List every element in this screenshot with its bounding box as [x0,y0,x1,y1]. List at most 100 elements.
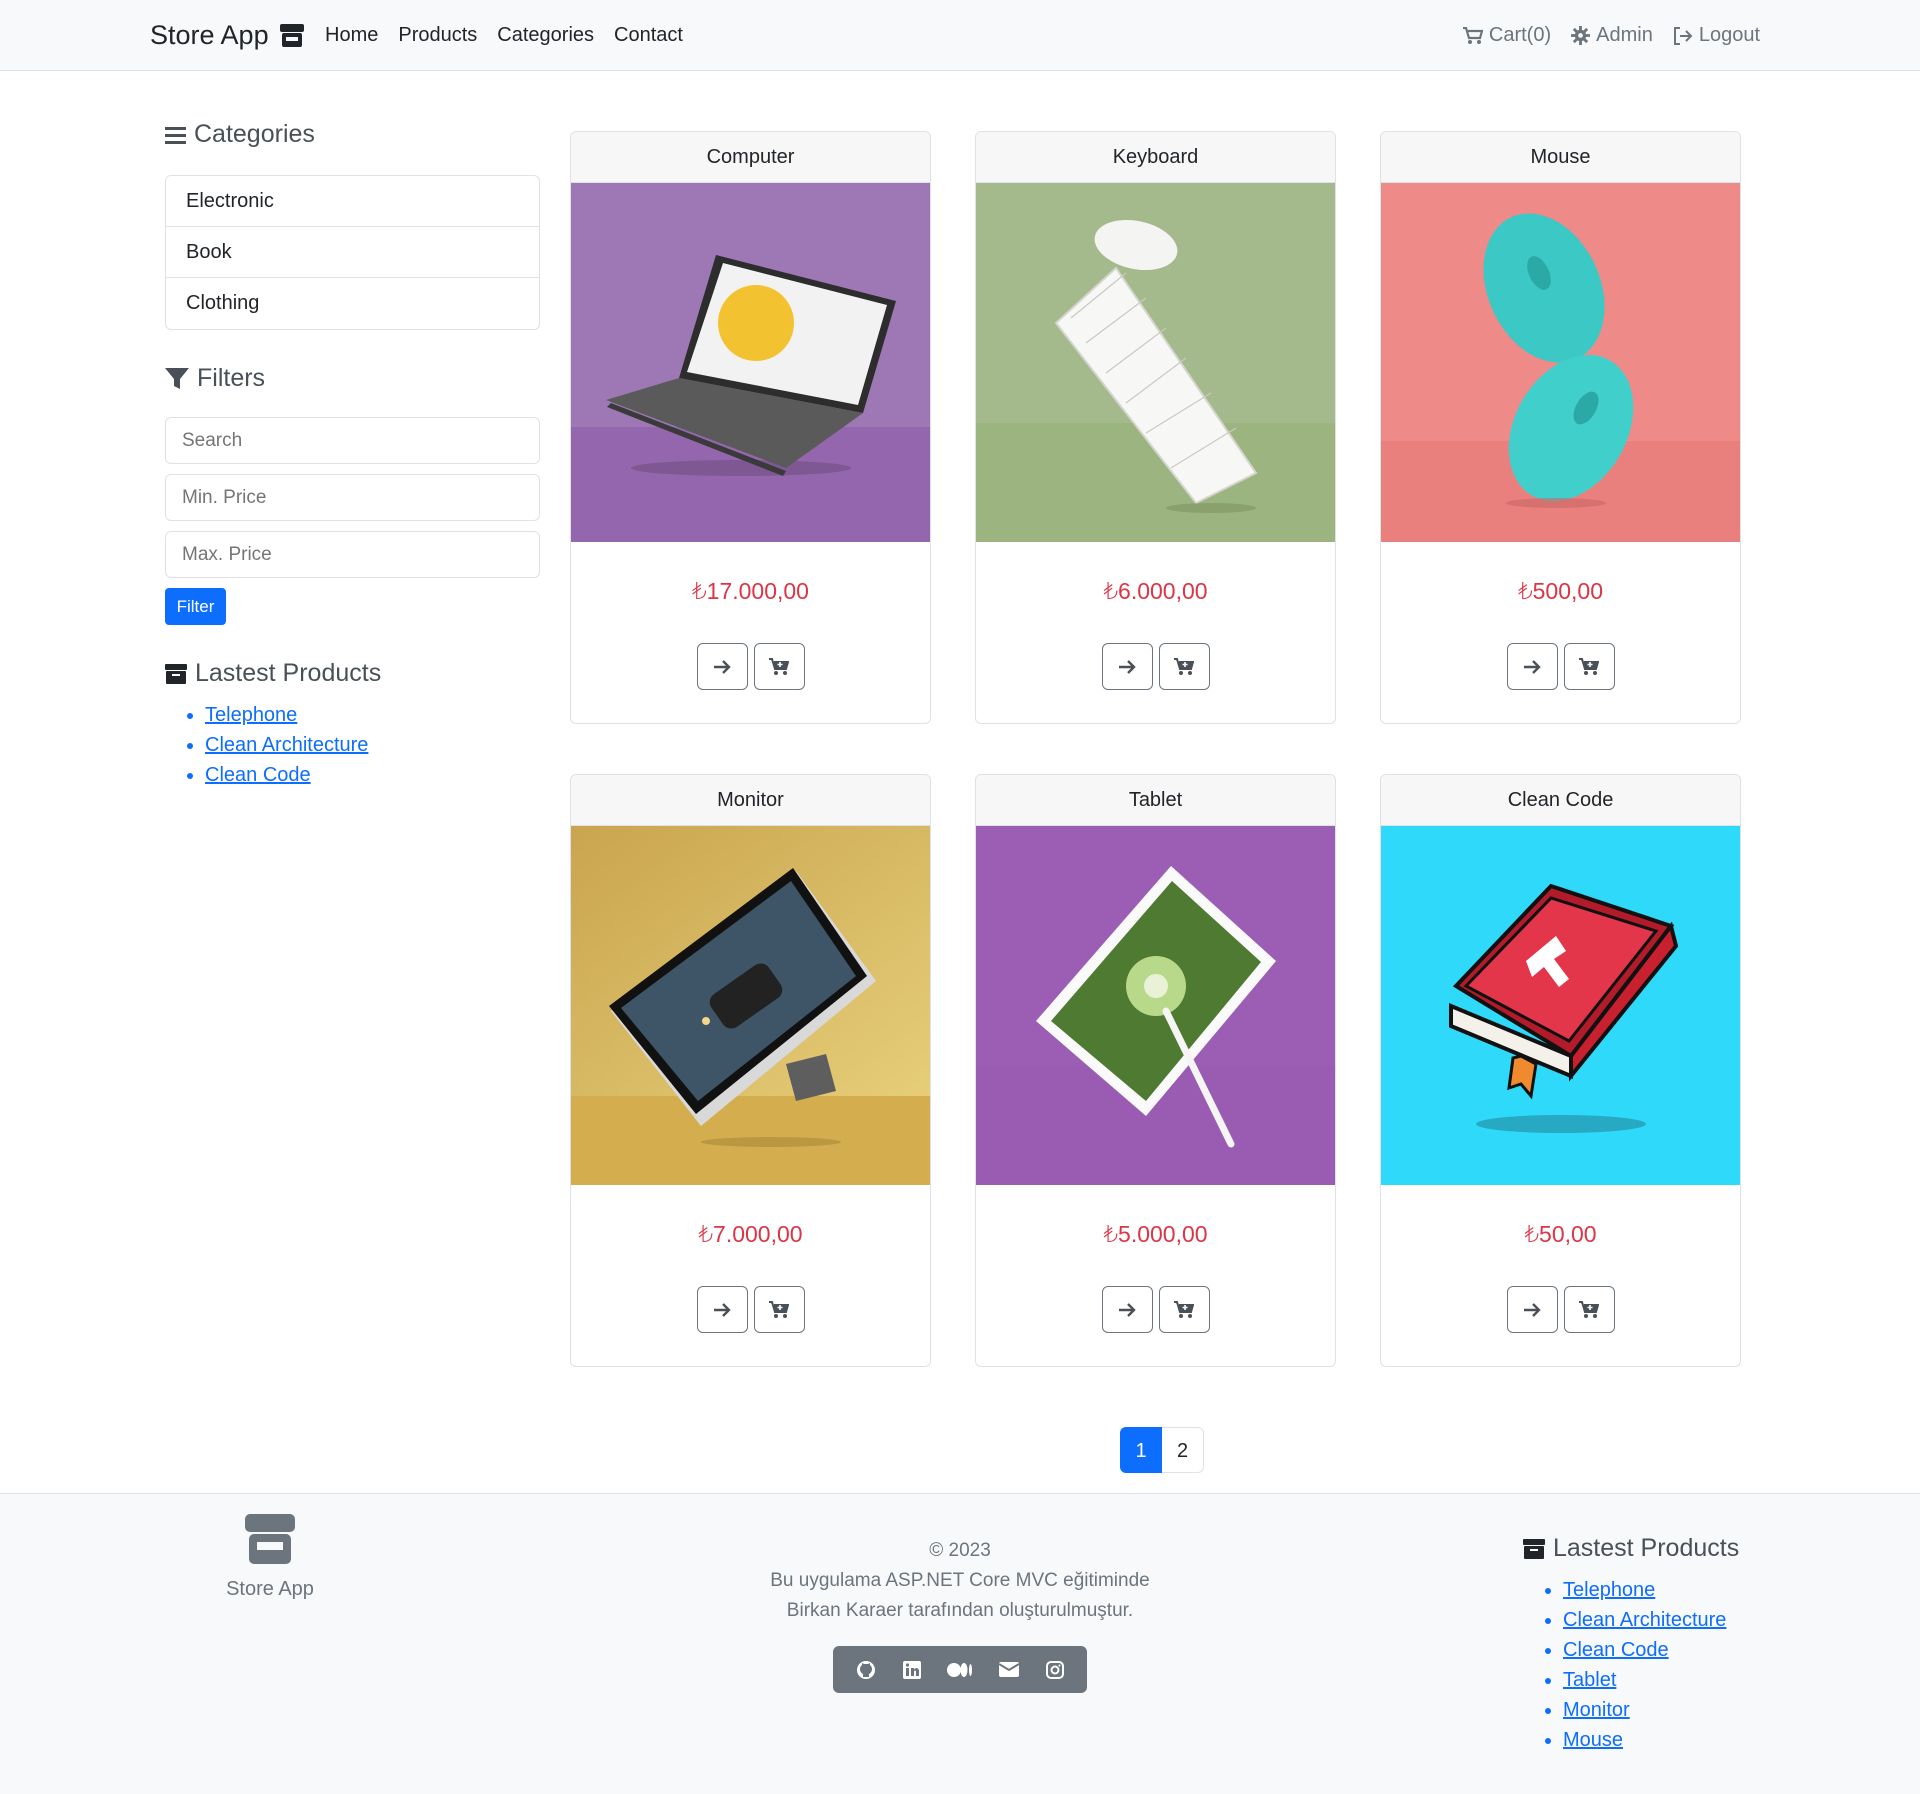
arrow-right-icon [1524,659,1541,674]
list-item: Clean Code [1563,1635,1739,1665]
nav-products[interactable]: Products [398,24,477,47]
product-price: ₺6.000,00 [1103,578,1208,604]
filters-heading: Filters [165,364,540,393]
logout-label: Logout [1698,24,1760,46]
product-actions [976,643,1335,690]
add-to-cart-button[interactable] [1158,1286,1210,1333]
user-nav: Cart(0) Admin Logout [1462,24,1760,47]
navbar: Store App Home Products Categories Conta… [0,0,1920,71]
max-price-input[interactable] [165,531,540,578]
nav-categories[interactable]: Categories [497,24,594,47]
box-icon [1523,1538,1545,1559]
details-button[interactable] [1506,643,1558,690]
admin-label: Admin [1596,24,1653,46]
product-title: Monitor [571,775,930,826]
store-icon [245,1514,295,1564]
details-button[interactable] [1506,1286,1558,1333]
latest-list: Telephone Clean Architecture Clean Code [205,700,540,790]
footer-latest-list: Telephone Clean Architecture Clean Code … [1563,1575,1739,1755]
latest-link-telephone[interactable]: Telephone [205,704,297,726]
product-image-tablet [976,826,1335,1185]
add-to-cart-button[interactable] [1563,1286,1615,1333]
category-list: Electronic Book Clothing [165,175,540,330]
list-item: Telephone [205,700,540,730]
footer-link-clean-architecture[interactable]: Clean Architecture [1563,1609,1726,1631]
monitor-illustration [571,826,930,1185]
product-title: Mouse [1381,132,1740,183]
filter-form: Filter [165,417,540,625]
product-actions [976,1286,1335,1333]
categories-heading: Categories [165,120,540,149]
footer-link-mouse[interactable]: Mouse [1563,1729,1623,1751]
mouse-illustration [1381,183,1740,542]
brand[interactable]: Store App [150,20,305,51]
product-card-monitor: Monitor ₺7.000,00 [570,774,931,1367]
book-illustration [1381,826,1740,1185]
nav-contact[interactable]: Contact [614,24,683,47]
product-image-monitor [571,826,930,1185]
arrow-right-icon [1119,1302,1136,1317]
details-button[interactable] [1101,643,1153,690]
filter-button[interactable]: Filter [165,588,226,625]
copyright: © 2023 [929,1540,991,1561]
page-1-button[interactable]: 1 [1120,1427,1162,1473]
nav-home[interactable]: Home [325,24,378,47]
product-title: Tablet [976,775,1335,826]
category-book[interactable]: Book [166,227,539,278]
medium-icon[interactable] [946,1662,973,1678]
page-2-button[interactable]: 2 [1162,1427,1204,1473]
logout-link[interactable]: Logout [1673,24,1760,47]
footer: Store App © 2023 Bu uygulama ASP.NET Cor… [0,1493,1920,1794]
cart-plus-icon [1579,657,1599,675]
search-input[interactable] [165,417,540,464]
add-to-cart-button[interactable] [1563,643,1615,690]
details-button[interactable] [696,643,748,690]
add-to-cart-button[interactable] [753,643,805,690]
footer-link-tablet[interactable]: Tablet [1563,1669,1616,1691]
add-to-cart-button[interactable] [1158,643,1210,690]
product-image-mouse [1381,183,1740,542]
latest-link-clean-code[interactable]: Clean Code [205,764,311,786]
footer-latest: Lastest Products Telephone Clean Archite… [1523,1534,1739,1755]
linkedin-icon[interactable] [902,1660,921,1679]
filters-title: Filters [197,364,266,392]
latest-link-clean-architecture[interactable]: Clean Architecture [205,734,368,756]
cart-link[interactable]: Cart(0) [1462,24,1552,47]
social-links [833,1646,1087,1693]
min-price-input[interactable] [165,474,540,521]
category-electronic[interactable]: Electronic [166,176,539,227]
product-price: ₺17.000,00 [692,578,809,604]
list-item: Tablet [1563,1665,1739,1695]
product-card-computer: Computer ₺17.000,00 [570,131,931,724]
pagination: 1 2 [1120,1427,1204,1473]
footer-latest-title: Lastest Products [1553,1534,1740,1562]
admin-link[interactable]: Admin [1571,24,1653,47]
list-item: Monitor [1563,1695,1739,1725]
product-title: Keyboard [976,132,1335,183]
footer-brand: Store App [210,1514,330,1601]
product-card-mouse: Mouse ₺500,00 [1380,131,1741,724]
details-button[interactable] [1101,1286,1153,1333]
mail-icon[interactable] [999,1662,1020,1677]
list-item: Telephone [1563,1575,1739,1605]
footer-link-telephone[interactable]: Telephone [1563,1579,1655,1601]
arrow-right-icon [1524,1302,1541,1317]
product-actions [571,1286,930,1333]
github-icon[interactable] [856,1660,876,1680]
footer-line-1: Bu uygulama ASP.NET Core MVC eğitiminde [770,1570,1150,1591]
product-card-keyboard: Keyboard ₺6.000,00 [975,131,1336,724]
cart-plus-icon [1174,1300,1194,1318]
cart-icon [1462,26,1483,44]
footer-link-clean-code[interactable]: Clean Code [1563,1639,1669,1661]
add-to-cart-button[interactable] [753,1286,805,1333]
details-button[interactable] [696,1286,748,1333]
brand-label: Store App [150,20,269,50]
cart-label: Cart(0) [1488,24,1552,46]
category-clothing[interactable]: Clothing [166,278,539,329]
instagram-icon[interactable] [1045,1660,1064,1679]
footer-link-monitor[interactable]: Monitor [1563,1699,1630,1721]
sidebar: Categories Electronic Book Clothing Filt… [165,120,540,790]
list-item: Clean Code [205,760,540,790]
product-actions [1381,643,1740,690]
footer-brand-label: Store App [226,1578,314,1600]
